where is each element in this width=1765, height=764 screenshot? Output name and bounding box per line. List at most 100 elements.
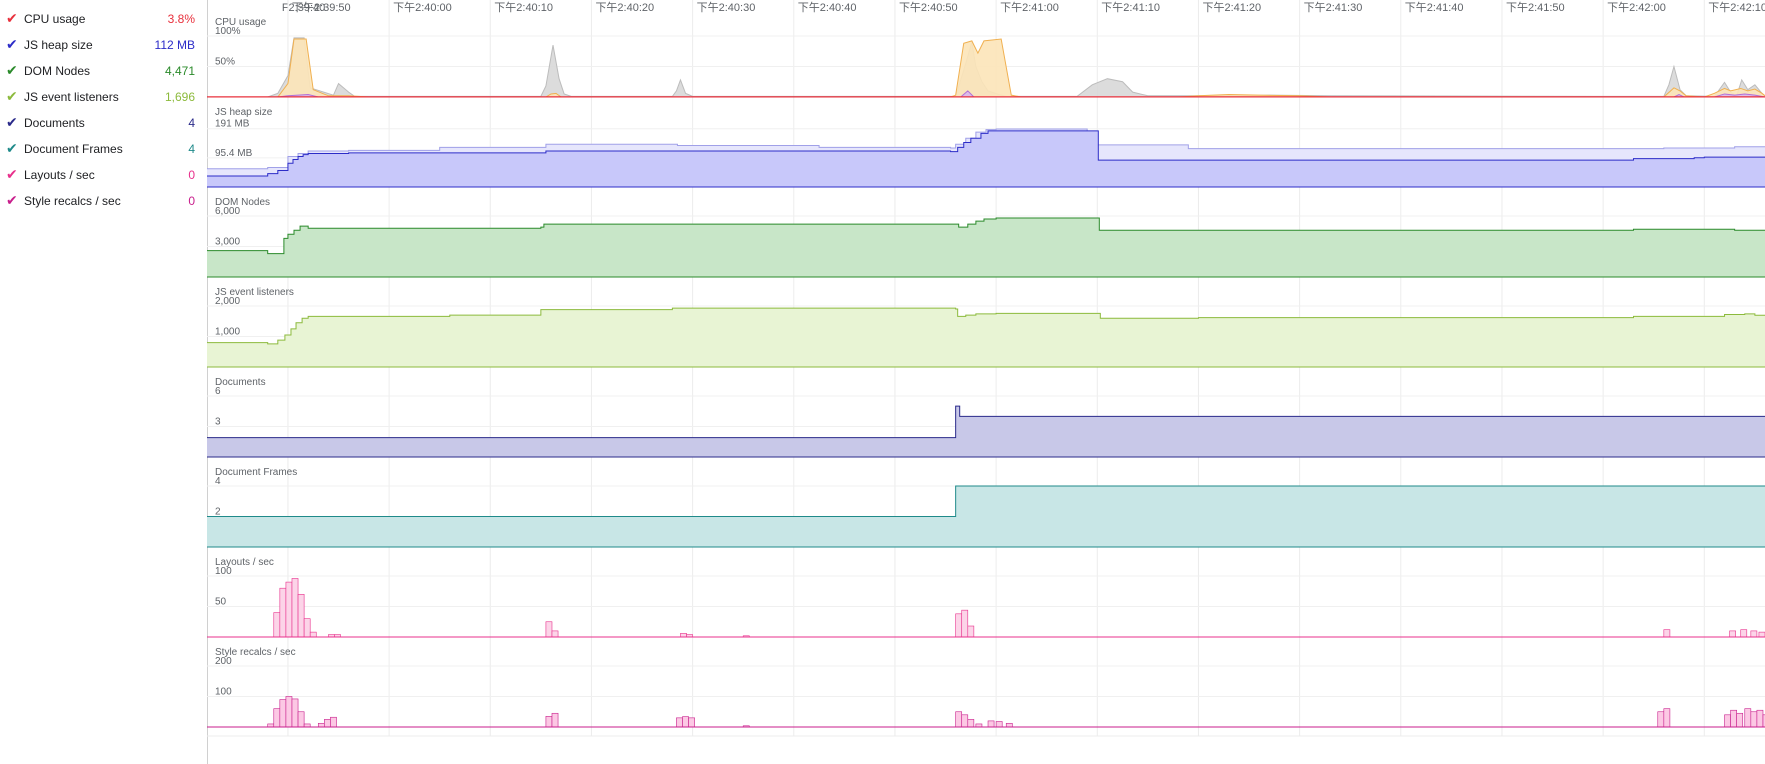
value-tick-label: 100 <box>215 566 232 577</box>
metric-row-frames[interactable]: ✔ Document Frames 4 <box>0 138 207 160</box>
time-tick-label: 下午2:40:40 <box>798 1 857 14</box>
bar-layouts <box>545 621 553 638</box>
bar-recalcs <box>279 699 287 728</box>
bar-recalcs <box>967 719 975 728</box>
time-tick-label: 下午2:42:10 <box>1708 1 1765 14</box>
metric-value: 112 MB <box>154 38 195 52</box>
metric-label: JS event listeners <box>24 90 119 104</box>
bar-recalcs <box>1663 708 1671 728</box>
value-tick-label: 2 <box>215 507 221 518</box>
value-tick-label: 1,000 <box>215 327 240 338</box>
chart-title-documents: Documents <box>215 377 266 388</box>
metric-label: Style recalcs / sec <box>24 194 121 208</box>
metric-value: 4 <box>188 142 195 156</box>
metric-label: Layouts / sec <box>24 168 95 182</box>
bar-recalcs <box>273 708 281 728</box>
bar-layouts <box>1740 629 1748 638</box>
value-tick-label: 200 <box>215 656 232 667</box>
series-area-documents <box>207 406 1765 457</box>
time-tick-label: 下午2:39:50 <box>292 1 351 14</box>
value-tick-label: 50 <box>215 597 227 608</box>
bar-recalcs <box>682 716 689 728</box>
time-tick-label: 下午2:40:00 <box>393 1 452 14</box>
bar-recalcs <box>1724 714 1731 728</box>
bar-layouts <box>279 587 287 638</box>
bar-recalcs <box>1657 711 1665 728</box>
value-tick-label: 4 <box>215 476 221 487</box>
time-tick-label: 下午2:41:20 <box>1202 1 1261 14</box>
bar-layouts <box>303 618 311 638</box>
bar-recalcs <box>545 716 553 728</box>
bar-layouts <box>297 593 305 638</box>
bar-recalcs <box>1750 711 1758 728</box>
metric-label: CPU usage <box>24 12 86 26</box>
value-tick-label: 2,000 <box>215 296 240 307</box>
value-tick-label: 3,000 <box>215 237 240 248</box>
bar-layouts <box>285 581 293 638</box>
value-tick-label: 100 <box>215 687 232 698</box>
bar-recalcs <box>1736 712 1744 728</box>
bar-layouts <box>1663 629 1671 638</box>
metric-row-recalcs[interactable]: ✔ Style recalcs / sec 0 <box>0 190 207 212</box>
checkmark-icon[interactable]: ✔ <box>6 38 22 52</box>
metric-row-dom[interactable]: ✔ DOM Nodes 4,471 <box>0 60 207 82</box>
metric-row-heap[interactable]: ✔ JS heap size 112 MB <box>0 34 207 56</box>
metric-row-cpu[interactable]: ✔ CPU usage 3.8% <box>0 8 207 30</box>
bar-recalcs <box>330 716 337 728</box>
bar-recalcs <box>285 696 293 728</box>
bar-recalcs <box>1730 709 1737 728</box>
time-tick-label: 下午2:40:20 <box>595 1 654 14</box>
series-area-dom <box>207 218 1765 277</box>
bar-layouts <box>955 613 963 638</box>
bar-layouts <box>961 609 969 638</box>
value-tick-label: 50% <box>215 57 235 68</box>
metric-value: 4,471 <box>164 64 195 78</box>
time-tick-label: 下午2:41:10 <box>1101 1 1160 14</box>
metric-value: 3.8% <box>167 12 195 26</box>
checkmark-icon[interactable]: ✔ <box>6 12 22 26</box>
value-tick-label: 3 <box>215 417 221 428</box>
metric-row-layouts[interactable]: ✔ Layouts / sec 0 <box>0 164 207 186</box>
value-tick-label: 6,000 <box>215 206 240 217</box>
series-area-listeners <box>207 308 1765 367</box>
value-tick-label: 100% <box>215 26 241 37</box>
bar-layouts <box>273 612 281 638</box>
time-tick-label: 下午2:40:10 <box>494 1 553 14</box>
performance-monitor-timeline: F2:39:40 下午2:39:50 下午2:40:00 下午2:40:10 下午2:4… <box>207 0 1765 764</box>
bar-recalcs <box>676 717 683 728</box>
time-tick-label: 下午2:41:00 <box>1000 1 1059 14</box>
bar-recalcs <box>955 711 963 728</box>
bar-layouts <box>551 630 559 638</box>
bar-recalcs <box>551 712 559 728</box>
cpu-layer-orange <box>207 39 1765 97</box>
bar-layouts <box>1750 630 1758 638</box>
bar-layouts <box>309 631 317 638</box>
metric-value: 4 <box>188 116 195 130</box>
checkmark-icon[interactable]: ✔ <box>6 116 22 130</box>
metric-label: Document Frames <box>24 142 123 156</box>
bar-recalcs <box>291 698 299 728</box>
time-tick-label: 下午2:42:00 <box>1607 1 1666 14</box>
bar-layouts <box>1729 630 1736 638</box>
bar-layouts <box>680 633 687 638</box>
time-tick-label: 下午2:41:40 <box>1405 1 1464 14</box>
metric-row-listeners[interactable]: ✔ JS event listeners 1,696 <box>0 86 207 108</box>
bar-recalcs <box>297 711 305 728</box>
checkmark-icon[interactable]: ✔ <box>6 168 22 182</box>
metrics-sidebar: ✔ CPU usage 3.8% ✔ JS heap size 112 MB ✔ DOM No… <box>0 0 208 764</box>
chart-title-heap: JS heap size <box>215 107 273 118</box>
chart-title-frames: Document Frames <box>215 467 297 478</box>
bar-recalcs <box>317 723 325 728</box>
checkmark-icon[interactable]: ✔ <box>6 142 22 156</box>
timeline-charts: F2:39:40下午2:39:50 下午2:40:00 下午2:40:10 下午2:4… <box>207 0 1765 737</box>
bar-recalcs <box>1744 708 1752 728</box>
checkmark-icon[interactable]: ✔ <box>6 64 22 78</box>
value-tick-label: 191 MB <box>215 119 250 130</box>
checkmark-icon[interactable]: ✔ <box>6 90 22 104</box>
metric-label: DOM Nodes <box>24 64 91 78</box>
checkmark-icon[interactable]: ✔ <box>6 194 22 208</box>
bar-recalcs <box>1005 723 1013 728</box>
metric-row-documents[interactable]: ✔ Documents 4 <box>0 112 207 134</box>
bar-recalcs <box>987 720 995 728</box>
value-tick-label: 95.4 MB <box>215 148 253 159</box>
